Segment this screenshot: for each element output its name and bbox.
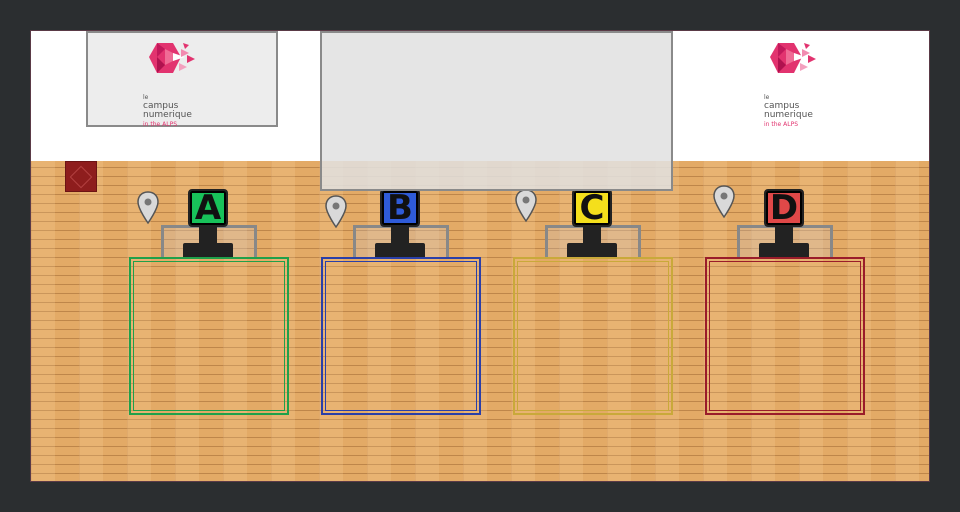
desk-base <box>183 243 233 257</box>
map-pin-icon[interactable] <box>136 191 160 225</box>
desk-base <box>567 243 617 257</box>
logo-word-alps: in the ALPS <box>143 121 178 128</box>
map-pin-icon[interactable] <box>514 189 538 223</box>
game-room: le campus numerique in the ALPS le campu… <box>30 30 930 482</box>
campus-logo-mark-icon <box>770 43 816 73</box>
station-zone[interactable] <box>705 257 865 415</box>
desk-stand <box>583 225 601 245</box>
station-letter-sign: A <box>188 188 228 228</box>
desk-base <box>375 243 425 257</box>
station-letter-sign: D <box>764 188 804 228</box>
logo-word-alps: in the ALPS <box>764 121 799 128</box>
campus-logo-mark-icon <box>149 43 195 73</box>
map-pin-icon[interactable] <box>712 185 736 219</box>
station-letter-sign: B <box>380 188 420 228</box>
logo-word-numerique: numerique <box>764 110 813 120</box>
rug-tile <box>65 161 97 192</box>
desk-stand <box>199 225 217 245</box>
logo-word-numerique: numerique <box>143 110 192 120</box>
presentation-screen[interactable] <box>320 31 673 191</box>
map-pin-icon[interactable] <box>324 195 348 229</box>
desk-stand <box>391 225 409 245</box>
desk-stand <box>775 225 793 245</box>
campus-logo-left: le campus numerique in the ALPS <box>143 39 233 128</box>
station-zone[interactable] <box>513 257 673 415</box>
desk-base <box>759 243 809 257</box>
station-zone[interactable] <box>129 257 289 415</box>
logo-board: le campus numerique in the ALPS <box>86 31 278 128</box>
station-letter-sign: C <box>572 188 612 228</box>
campus-logo-right: le campus numerique in the ALPS <box>764 39 854 128</box>
station-zone[interactable] <box>321 257 481 415</box>
